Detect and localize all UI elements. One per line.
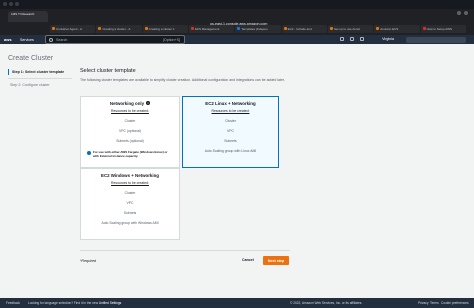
resource-item: VPC (optional) — [118, 129, 142, 133]
console-footer: Feedback Looking for language selection?… — [0, 298, 474, 308]
actions-divider — [80, 250, 290, 251]
template-title: EC2 Linux + Networking — [205, 101, 256, 106]
browser-tab[interactable]: Container Agent - A — [50, 25, 96, 33]
unified-settings-link[interactable]: Unified Settings — [99, 301, 121, 305]
browser-chrome: LMS TI Research us-east-1.console.aws.am… — [0, 9, 474, 35]
profile-icon[interactable] — [464, 11, 468, 15]
resource-item: Cluster — [124, 119, 136, 123]
resource-item: Subnets — [224, 139, 237, 143]
template-ec2-linux-networking[interactable]: EC2 Linux + Networking Resources to be c… — [182, 96, 279, 168]
template-ec2-windows-networking[interactable]: EC2 Windows + Networking Resources to be… — [80, 168, 180, 240]
info-icon[interactable]: i — [146, 101, 151, 105]
resource-item: Auto Scaling group with Windows AMI — [101, 221, 159, 225]
cancel-button[interactable]: Cancel — [242, 258, 254, 262]
language-message: Looking for language selection? Find it … — [28, 301, 121, 305]
cloudshell-icon[interactable] — [340, 37, 344, 41]
terms-link[interactable]: Terms — [430, 301, 439, 305]
cookie-preferences-link[interactable]: Cookie preferences — [441, 301, 469, 305]
resource-item: Subnets — [123, 211, 137, 215]
minimize-window-icon[interactable] — [9, 2, 13, 6]
info-circle-icon — [87, 151, 91, 155]
resource-item: Cluster — [124, 191, 136, 195]
section-description: The following cluster templates are avai… — [80, 78, 285, 82]
resource-item: VPC — [227, 129, 234, 133]
resources-label: Resources to be created: — [211, 109, 250, 113]
browser-tab[interactable]: Templates (Indepen — [235, 25, 281, 33]
copyright-text: © 2022, Amazon Web Services, Inc. or its… — [290, 301, 363, 305]
close-window-icon[interactable] — [3, 2, 7, 6]
step-configure-cluster[interactable]: Step 2: Configure cluster — [8, 82, 72, 88]
next-step-button[interactable]: Next step — [263, 256, 289, 265]
wizard-steps: Step 1: Select cluster template Step 2: … — [8, 69, 72, 91]
browser-tab[interactable]: Creating a cluster - A — [96, 25, 142, 33]
browser-tab[interactable]: Amazon ECS — [374, 25, 420, 33]
nav-icon-group — [340, 37, 364, 41]
template-note: For use with either AWS Fargate (Windows… — [87, 150, 173, 159]
page-title: Create Cluster — [8, 55, 54, 62]
search-icon — [49, 38, 53, 42]
step-divider — [8, 78, 72, 79]
privacy-link[interactable]: Privacy — [418, 301, 428, 305]
notifications-icon[interactable] — [350, 37, 354, 41]
resources-label: Resources to be created: — [111, 181, 149, 185]
browser-tab[interactable]: Set up to use Amaz — [327, 25, 374, 33]
maximize-window-icon[interactable] — [15, 2, 19, 6]
browser-tab[interactable]: Creating a cluster 1 — [142, 25, 188, 33]
template-title: EC2 Windows + Networking — [101, 173, 159, 178]
active-tab[interactable]: LMS TI Research — [8, 11, 48, 22]
main-panel: Select cluster template The following cl… — [80, 68, 448, 82]
resource-item: Cluster — [225, 119, 236, 123]
browser-tab[interactable]: EC2 - Include and — [281, 25, 327, 33]
template-title: Networking only i — [109, 101, 151, 106]
language-message-text: Looking for language selection? Find it … — [28, 301, 98, 305]
tab-strip: Container Agent - A Creating a cluster -… — [50, 25, 466, 33]
browser-controls — [457, 11, 468, 15]
note-text: For use with either AWS Fargate (Windows… — [93, 150, 168, 158]
browser-tab[interactable]: How to Setup AWS — [420, 25, 466, 33]
resource-item: Auto Scaling group with Linux AMI — [204, 149, 257, 153]
search-placeholder: Search — [56, 38, 68, 42]
services-menu-button[interactable]: Services — [20, 38, 34, 42]
help-icon[interactable] — [360, 37, 364, 41]
account-menu[interactable] — [406, 36, 466, 43]
aws-logo[interactable]: aws — [4, 37, 12, 42]
resources-label: Resources to be created: — [111, 109, 149, 113]
template-grid: Networking only i Resources to be created… — [80, 96, 280, 241]
step-select-template[interactable]: Step 1: Select cluster template — [8, 69, 72, 75]
resource-item: VPC — [126, 201, 134, 205]
required-note: *Required — [80, 259, 96, 263]
template-networking-only[interactable]: Networking only i Resources to be created… — [80, 96, 180, 168]
search-shortcut-hint: [Option+S] — [162, 38, 180, 42]
search-input[interactable]: Search [Option+S] — [45, 35, 185, 44]
window-dots — [3, 2, 19, 6]
feedback-link[interactable]: Feedback — [6, 301, 20, 305]
os-menubar — [0, 0, 474, 9]
resource-item: Subnets (optional) — [116, 139, 144, 143]
region-selector[interactable]: Virginia — [382, 37, 394, 41]
section-title: Select cluster template — [80, 68, 136, 74]
extension-icon[interactable] — [457, 11, 461, 15]
active-tab-label: LMS TI Research — [11, 12, 35, 16]
browser-tab[interactable]: EKS Management — [188, 25, 235, 33]
